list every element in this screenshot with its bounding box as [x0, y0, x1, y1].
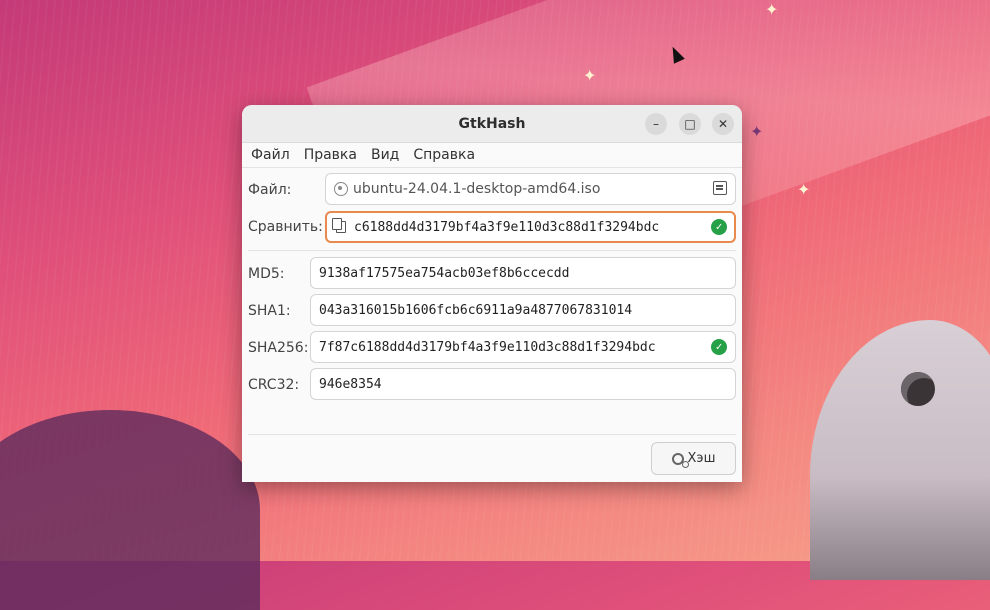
sha1-value: 043a316015b1606fcb6c6911a9a4877067831014: [319, 302, 633, 318]
hash-button[interactable]: Хэш: [651, 442, 736, 475]
wallpaper-creature-eye: [901, 372, 935, 406]
crc32-label: CRC32:: [248, 377, 300, 393]
minimize-icon: –: [653, 117, 659, 131]
menu-edit[interactable]: Правка: [297, 147, 364, 163]
wallpaper-creature: [810, 320, 990, 580]
sha1-field[interactable]: 043a316015b1606fcb6c6911a9a4877067831014: [310, 294, 736, 326]
close-button[interactable]: ✕: [712, 113, 734, 135]
sha256-label: SHA256:: [248, 340, 309, 356]
file-name: ubuntu-24.04.1-desktop-amd64.iso: [353, 181, 601, 197]
sparkle-icon: ✦: [583, 66, 597, 85]
menu-help[interactable]: Справка: [406, 147, 482, 163]
minimize-button[interactable]: –: [645, 113, 667, 135]
maximize-icon: □: [684, 117, 696, 131]
maximize-button[interactable]: □: [679, 113, 701, 135]
sparkle-icon: ✦: [750, 122, 764, 141]
sha256-value: 7f87c6188dd4d3179bf4a3f9e110d3c88d1f3294…: [319, 339, 656, 355]
sha1-label: SHA1:: [248, 303, 291, 319]
sparkle-icon: ✦: [797, 180, 811, 199]
divider: [248, 250, 736, 251]
gear-icon: [671, 452, 689, 468]
wallpaper-foliage: [0, 410, 260, 610]
document-open-icon[interactable]: [713, 181, 727, 195]
menu-view[interactable]: Вид: [364, 147, 406, 163]
md5-value: 9138af17575ea754acb03ef8b6ccecdd: [319, 265, 570, 281]
check-circle-icon: ✓: [711, 219, 727, 235]
crc32-field[interactable]: 946e8354: [310, 368, 736, 400]
menubar: Файл Правка Вид Справка: [242, 143, 742, 168]
close-icon: ✕: [717, 117, 729, 131]
gtkhash-window: GtkHash – □ ✕ Файл Правка Вид Справка Фа…: [242, 105, 742, 482]
md5-label: MD5:: [248, 266, 285, 282]
menu-file[interactable]: Файл: [244, 147, 297, 163]
sha256-field[interactable]: 7f87c6188dd4d3179bf4a3f9e110d3c88d1f3294…: [310, 331, 736, 363]
window-title: GtkHash: [458, 115, 526, 132]
hash-button-label: Хэш: [687, 451, 716, 466]
file-label: Файл:: [248, 182, 292, 198]
titlebar[interactable]: GtkHash – □ ✕: [242, 105, 742, 143]
paste-icon[interactable]: [332, 218, 346, 233]
disc-icon: [334, 182, 348, 196]
compare-label: Сравнить:: [248, 219, 323, 235]
md5-field[interactable]: 9138af17575ea754acb03ef8b6ccecdd: [310, 257, 736, 289]
file-chooser[interactable]: ubuntu-24.04.1-desktop-amd64.iso: [325, 173, 736, 205]
compare-input[interactable]: c6188dd4d3179bf4a3f9e110d3c88d1f3294bdc …: [325, 211, 736, 243]
compare-value: c6188dd4d3179bf4a3f9e110d3c88d1f3294bdc: [354, 219, 660, 235]
divider: [248, 434, 736, 435]
check-circle-icon: ✓: [711, 339, 727, 355]
sparkle-icon: ✦: [765, 0, 779, 19]
crc32-value: 946e8354: [319, 376, 382, 392]
